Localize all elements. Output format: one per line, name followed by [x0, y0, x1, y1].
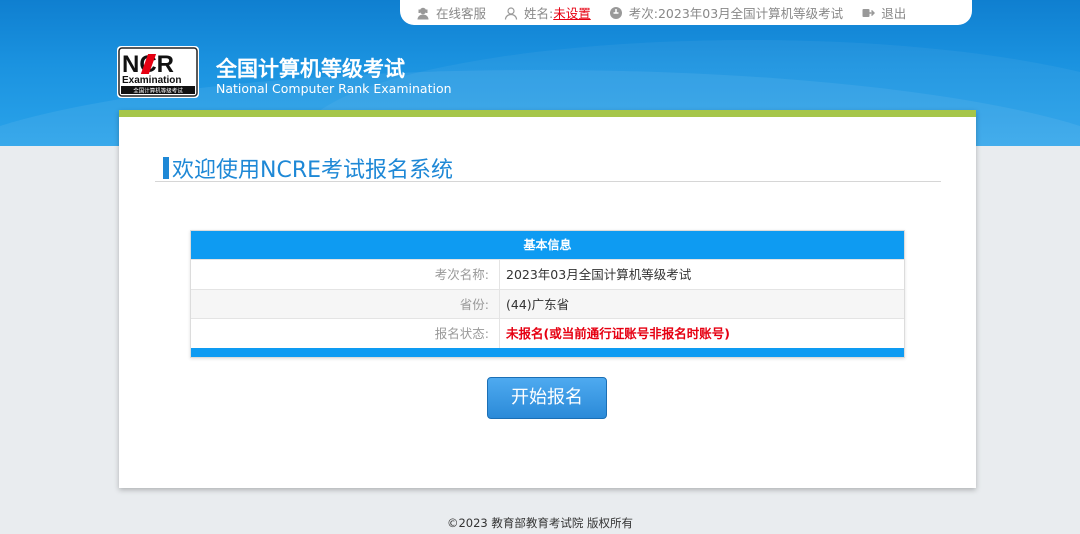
- site-subtitle: National Computer Rank Examination: [216, 81, 452, 96]
- table-row: 报名状态: 未报名(或当前通行证账号非报名时账号): [191, 318, 904, 348]
- site-title: 全国计算机等级考试: [216, 57, 405, 81]
- main-card: 欢迎使用NCRE考试报名系统 基本信息 考次名称: 2023年03月全国计算机等…: [119, 110, 976, 488]
- name-label: 姓名:: [524, 6, 554, 21]
- logo-examination-text: Examination: [122, 75, 181, 86]
- name-value-link[interactable]: 未设置: [553, 3, 591, 22]
- row-label: 省份:: [191, 289, 500, 318]
- logo-caption-text: 全国计算机等级考试: [133, 87, 183, 95]
- user-name-info: 姓名: 未设置: [504, 3, 591, 22]
- user-icon: [504, 6, 518, 20]
- row-value: 2023年03月全国计算机等级考试: [506, 267, 692, 282]
- basic-info-footer-bar: [191, 347, 904, 357]
- row-value: (44)广东省: [506, 296, 570, 312]
- table-row: 考次名称: 2023年03月全国计算机等级考试: [191, 259, 904, 289]
- heading-divider: [155, 181, 941, 182]
- heading-accent-bar: [163, 157, 169, 179]
- online-service-link[interactable]: 在线客服: [416, 3, 486, 22]
- top-user-bar: 在线客服 姓名: 未设置 考次: 2023年03月全国计算机等级考试 退出: [400, 0, 972, 25]
- exam-info: 考次: 2023年03月全国计算机等级考试: [609, 3, 843, 22]
- basic-info-header: 基本信息: [191, 231, 904, 259]
- ncre-logo: NCR Examination 全国计算机等级考试: [117, 46, 199, 98]
- registration-status-value: 未报名(或当前通行证账号非报名时账号): [506, 326, 730, 341]
- customer-service-icon: [416, 6, 430, 20]
- exam-icon: [609, 6, 623, 20]
- table-row: 省份: (44)广东省: [191, 288, 904, 318]
- footer-copyright: ©2023 教育部教育考试院 版权所有: [446, 516, 634, 530]
- logout-link[interactable]: 退出: [861, 3, 906, 22]
- logout-label: 退出: [881, 6, 907, 21]
- welcome-heading: 欢迎使用NCRE考试报名系统: [163, 152, 453, 184]
- logout-icon: [861, 6, 876, 20]
- row-label: 报名状态:: [191, 319, 500, 348]
- basic-info-table: 基本信息 考次名称: 2023年03月全国计算机等级考试 省份: (44)广东省…: [190, 230, 905, 358]
- ncre-logo-graphic: NCR Examination 全国计算机等级考试: [118, 47, 198, 97]
- welcome-text: 欢迎使用NCRE考试报名系统: [172, 158, 454, 183]
- start-registration-button[interactable]: 开始报名: [487, 377, 607, 419]
- online-service-label: 在线客服: [436, 6, 487, 21]
- exam-value: 2023年03月全国计算机等级考试: [657, 6, 844, 21]
- exam-label: 考次:: [628, 6, 658, 21]
- row-label: 考次名称:: [191, 260, 500, 289]
